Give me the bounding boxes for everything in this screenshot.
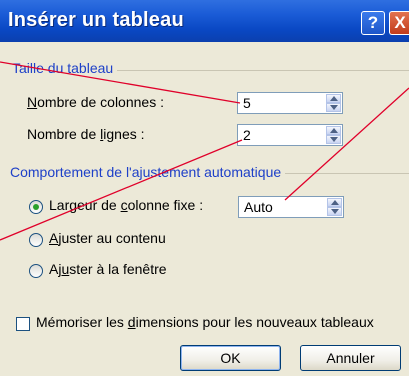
column-width-value: Auto: [244, 199, 273, 215]
fixed-width-label[interactable]: Largeur de colonne fixe :: [49, 197, 203, 213]
fixed-width-radio[interactable]: [29, 200, 43, 214]
columns-decrement-button[interactable]: [326, 103, 341, 112]
autofit-group-title: Comportement de l'ajustement automatique: [10, 164, 286, 180]
fit-contents-radio[interactable]: [29, 233, 43, 247]
close-button[interactable]: X: [389, 11, 409, 35]
rows-label: Nombre de lignes :: [27, 126, 145, 142]
close-icon: X: [394, 13, 406, 32]
remember-dimensions-label[interactable]: Mémoriser les dimensions pour les nouvea…: [36, 314, 374, 330]
rows-decrement-button[interactable]: [326, 135, 341, 144]
column-width-spinner[interactable]: Auto: [238, 196, 344, 218]
fit-window-label[interactable]: Ajuster à la fenêtre: [49, 261, 167, 277]
rows-value: 2: [243, 127, 251, 143]
help-icon: ?: [367, 13, 379, 32]
rows-spinner[interactable]: 2: [237, 124, 343, 146]
column-width-increment-button[interactable]: [327, 198, 342, 207]
arrow-up-icon: [330, 96, 338, 101]
columns-value: 5: [243, 95, 251, 111]
cancel-button[interactable]: Annuler: [300, 345, 401, 371]
remember-dimensions-checkbox[interactable]: [16, 317, 30, 331]
columns-spinner[interactable]: 5: [237, 92, 343, 114]
help-button[interactable]: ?: [361, 11, 385, 35]
arrow-down-icon: [330, 105, 338, 110]
ok-button[interactable]: OK: [180, 345, 281, 371]
arrow-up-icon: [331, 200, 339, 205]
column-width-decrement-button[interactable]: [327, 207, 342, 216]
columns-increment-button[interactable]: [326, 94, 341, 103]
arrow-down-icon: [330, 137, 338, 142]
title-bar: Insérer un tableau ? X: [0, 0, 409, 42]
table-size-group-title: Taille du tableau: [12, 60, 118, 76]
arrow-down-icon: [331, 209, 339, 214]
insert-table-dialog: Insérer un tableau ? X Taille du tableau…: [0, 0, 409, 376]
radio-selected-dot: [33, 204, 39, 210]
dialog-title: Insérer un tableau: [8, 9, 184, 31]
rows-increment-button[interactable]: [326, 126, 341, 135]
fit-contents-label[interactable]: Ajuster au contenu: [49, 230, 166, 246]
arrow-up-icon: [330, 128, 338, 133]
fit-window-radio[interactable]: [29, 264, 43, 278]
columns-label: Nombre de colonnes :: [27, 94, 164, 110]
